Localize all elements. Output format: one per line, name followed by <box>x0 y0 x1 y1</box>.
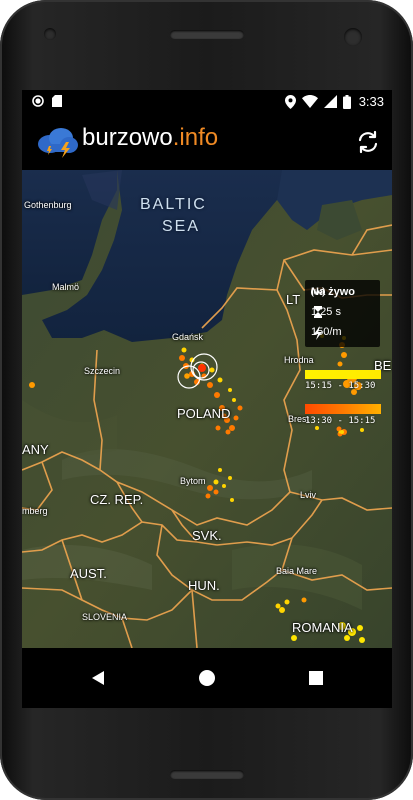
map-label-slovenia: SLOVENIA <box>82 612 128 622</box>
navigation-bar <box>22 648 392 708</box>
brand-name: burzowo <box>82 124 173 151</box>
map-label-malmo: Malmö <box>52 282 80 292</box>
signal-icon <box>323 95 337 108</box>
map-label-czrep: CZ. REP. <box>90 492 144 507</box>
bottom-speaker <box>170 770 244 779</box>
status-bar: 3:33 <box>22 90 392 114</box>
record-icon <box>32 95 44 107</box>
map-label-any: ANY <box>22 442 49 457</box>
hourglass-icon <box>314 306 322 318</box>
map-label-sea-line2: SEA <box>162 218 201 235</box>
map-label-aust: AUST. <box>70 566 107 581</box>
map-label-berg: mberg <box>22 506 48 516</box>
map-label-sea-line1: BALTIC <box>140 196 207 213</box>
legend-recent-bar <box>305 370 381 379</box>
map-label-baia-mare: Baia Mare <box>276 566 318 576</box>
map-label-svk: SVK. <box>192 528 222 543</box>
map-label-gothenburg: Gothenburg <box>24 200 72 210</box>
home-icon[interactable] <box>195 666 219 690</box>
map-label-lviv: Lviv <box>300 490 317 500</box>
legend-recent-range: 15:15 - 15:30 <box>305 381 376 391</box>
map-label-romania: ROMANIA <box>292 620 353 635</box>
location-icon <box>284 94 296 109</box>
live-info-panel: Na żywo 1.25 s 150/m <box>305 280 380 347</box>
brand-tld: .info <box>172 124 219 151</box>
brand-title: burzowo.info <box>82 124 218 152</box>
lightning-map[interactable]: Gothenburg Malmö BALTIC SEA Gdańsk Szcze… <box>22 170 392 648</box>
screen: 3:33 burzowo.info Gothenburg Malmö BALTI… <box>22 90 392 708</box>
status-time: 3:33 <box>358 94 384 109</box>
storm-cloud-icon <box>38 128 78 158</box>
wifi-icon <box>301 95 318 108</box>
map-label-szczecin: Szczecin <box>84 366 121 376</box>
back-icon[interactable] <box>86 666 110 690</box>
legend-older-bar <box>305 404 381 414</box>
map-label-poland: POLAND <box>177 406 231 421</box>
map-label-bytom: Bytom <box>180 476 206 486</box>
battery-icon <box>342 94 351 109</box>
refresh-icon[interactable] <box>354 128 382 156</box>
app-bar: burzowo.info <box>22 114 392 170</box>
map-label-hrodna: Hrodna <box>284 355 314 365</box>
sd-card-icon <box>52 95 62 107</box>
lightning-icon <box>314 326 322 340</box>
recents-icon[interactable] <box>304 666 328 690</box>
map-label-gdansk: Gdańsk <box>172 332 204 342</box>
proximity-sensor <box>344 28 362 46</box>
phone-frame: 3:33 burzowo.info Gothenburg Malmö BALTI… <box>0 0 413 800</box>
legend-older-range: 13:30 - 15:15 <box>305 416 376 426</box>
map-label-hun: HUN. <box>188 578 220 593</box>
map-label-lt: LT <box>286 292 301 307</box>
earpiece-speaker <box>170 30 244 39</box>
front-camera <box>44 28 56 40</box>
broadcast-icon <box>311 287 325 297</box>
